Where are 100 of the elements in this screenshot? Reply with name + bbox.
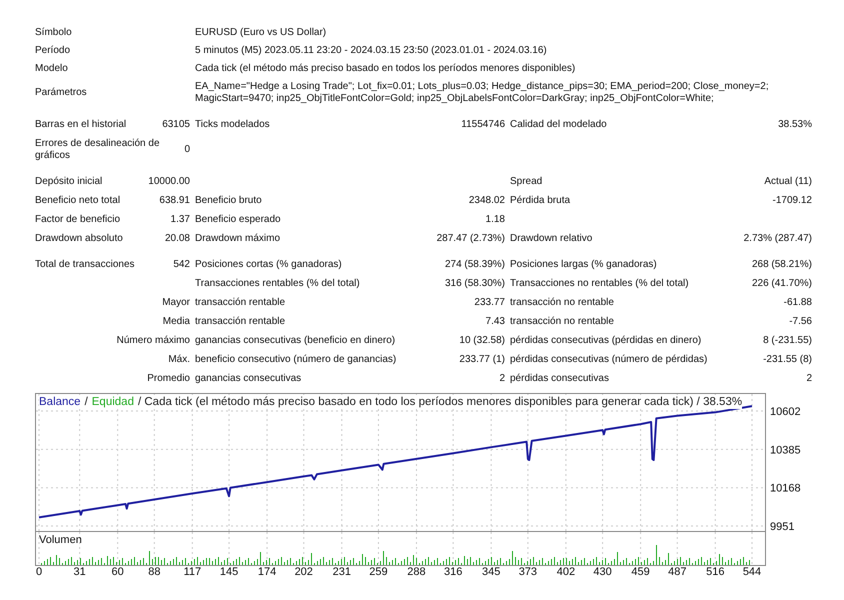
chart-caption: /: [84, 395, 88, 409]
x-tick-label: 487: [668, 566, 686, 577]
x-tick-label: 288: [407, 566, 426, 577]
x-tick-label: 544: [742, 566, 762, 577]
stat-value: 8 (-231.55): [763, 335, 812, 346]
stat-value: 20.08: [164, 233, 190, 245]
stat-value: 233.77: [474, 297, 505, 308]
legend-label: Equidad: [92, 395, 134, 409]
stat-value: 2.73% (287.47): [744, 233, 812, 244]
stat-value: 38.53%: [778, 119, 812, 130]
stat-value: -1709.12: [772, 195, 812, 206]
x-tick-label: 202: [294, 566, 313, 577]
stat-value: 638.91: [159, 195, 190, 207]
stat-value: 542: [173, 259, 190, 271]
stat-label: Errores de desalineación de gráficos: [35, 138, 161, 162]
x-tick-label: 0: [36, 566, 42, 577]
stat-label: Spread: [510, 176, 542, 187]
stat-label: Beneficio neto total: [35, 195, 120, 207]
field-label: Parámetros: [35, 87, 88, 99]
row-label: Mayor: [161, 297, 190, 309]
x-tick-label: 88: [148, 566, 160, 577]
stat-label: Posiciones largas (% ganadoras): [510, 259, 657, 270]
stat-value: 7.43: [486, 316, 505, 327]
stat-value: -61.88: [784, 297, 812, 308]
stat-label: pérdidas consecutivas: [510, 373, 609, 384]
legend-label: Balance: [39, 395, 81, 409]
stat-label: transacción no rentable: [510, 297, 614, 308]
stat-label: transacción rentable: [195, 316, 286, 327]
stat-label: Calidad del modelado: [510, 119, 607, 130]
stat-value: 316 (58.30%): [444, 278, 505, 289]
row-label: Máx.: [167, 354, 190, 366]
stat-value: 1.37: [170, 214, 190, 226]
field-label: Símbolo: [35, 27, 73, 39]
stat-value: 11554746: [461, 119, 505, 130]
x-tick-label: 402: [556, 566, 576, 577]
stat-label: Ticks modelados: [195, 119, 270, 130]
y-tick-label: 10385: [770, 444, 801, 456]
stat-value: 226 (41.70%): [752, 278, 812, 289]
x-tick-label: 373: [518, 566, 538, 577]
stat-label: Drawdown relativo: [510, 233, 592, 244]
chart-caption: / Cada tick (el método más preciso basado en todo los períodos menores disponibles para generar cada tick) / 38.53%: [138, 395, 742, 409]
stat-value: 2: [806, 373, 812, 384]
field-label: Período: [35, 45, 72, 57]
stat-label: Drawdown absoluto: [35, 233, 123, 245]
x-tick-label: 430: [593, 566, 612, 577]
stat-label: pérdidas consecutivas (pérdidas en dinero): [510, 335, 702, 346]
stat-label: Transacciones no rentables (% del total): [510, 278, 689, 289]
stat-value: 63105: [162, 119, 190, 131]
stat-value: 1.18: [486, 214, 505, 225]
stat-value: 10000.00: [148, 176, 190, 188]
stat-value: -7.56: [789, 316, 812, 327]
field-value: Cada tick (el método más preciso basado en todos los períodos menores disponibles): [195, 63, 576, 75]
row-label: Promedio: [146, 373, 190, 385]
stat-value: 10 (32.58): [459, 335, 505, 346]
x-tick-label: 345: [482, 566, 500, 577]
x-tick-label: 259: [369, 566, 388, 577]
stat-value: 274 (58.39%): [444, 259, 505, 270]
x-tick-label: 516: [706, 566, 724, 577]
x-tick-label: 174: [258, 566, 276, 577]
row-label: Media: [162, 316, 190, 328]
stat-value: Actual (11): [764, 176, 812, 187]
y-tick-label: 9951: [770, 521, 794, 534]
stat-label: Total de transacciones: [35, 259, 135, 271]
stat-label: Barras en el historial: [35, 119, 126, 131]
stat-label: Drawdown máximo: [195, 233, 280, 244]
volume-label: Volumen: [39, 534, 82, 547]
stat-label: Posiciones cortas (% ganadoras): [195, 259, 342, 270]
field-value: EURUSD (Euro vs US Dollar): [195, 27, 328, 39]
stat-label: transacción no rentable: [510, 316, 614, 327]
stat-label: Transacciones rentables (% del total): [195, 278, 360, 289]
x-tick-label: 145: [220, 566, 238, 577]
stat-label: Beneficio esperado: [195, 214, 281, 225]
stat-value: -231.55 (8): [763, 354, 812, 365]
stat-label: pérdidas consecutivas (número de pérdidas): [510, 354, 708, 365]
stat-value: 0: [184, 144, 190, 156]
x-tick-label: 231: [332, 566, 351, 577]
y-tick-label: 10168: [770, 482, 801, 495]
stat-value: 2348.02: [468, 195, 505, 206]
x-tick-label: 316: [444, 566, 462, 577]
stat-value: 268 (58.21%): [752, 259, 812, 270]
stat-label: Depósito inicial: [35, 176, 102, 188]
stat-label: ganancias consecutivas: [195, 373, 302, 384]
x-tick-label: 60: [112, 566, 124, 577]
stat-label: beneficio consecutivo (número de ganancias): [195, 354, 396, 365]
row-label: Número máximo: [116, 335, 190, 347]
field-value: EA_Name="Hedge a Losing Trade"; Lot_fix=0.01; Lots_plus=0.03; Hedge_distance_pips=30; EMA_period=200; Close_money=2; MagicStart=9470; inp25_ObjTitleFontColor=Gold; inp25_ObjLabelsFontColor=DarkGray; inp25_ObjFontColor=White;: [195, 81, 770, 105]
y-tick-label: 10602: [770, 406, 801, 418]
stat-value: 287.47 (2.73%): [436, 233, 505, 244]
stat-label: transacción rentable: [195, 297, 286, 308]
x-tick-label: 31: [74, 566, 86, 577]
stat-label: Pérdida bruta: [510, 195, 570, 206]
stat-label: Factor de beneficio: [35, 214, 120, 226]
stat-value: 233.77 (1): [459, 354, 505, 365]
x-tick-label: 459: [631, 566, 650, 577]
field-value: 5 minutos (M5) 2023.05.11 23:20 - 2024.03.15 23:50 (2023.01.01 - 2024.03.16): [195, 45, 548, 57]
stat-label: ganancias consecutivas (beneficio en dinero): [195, 335, 396, 346]
field-label: Modelo: [35, 63, 69, 75]
stat-value: 2: [499, 373, 505, 384]
x-tick-label: 117: [184, 566, 202, 577]
stat-label: Beneficio bruto: [195, 195, 262, 206]
